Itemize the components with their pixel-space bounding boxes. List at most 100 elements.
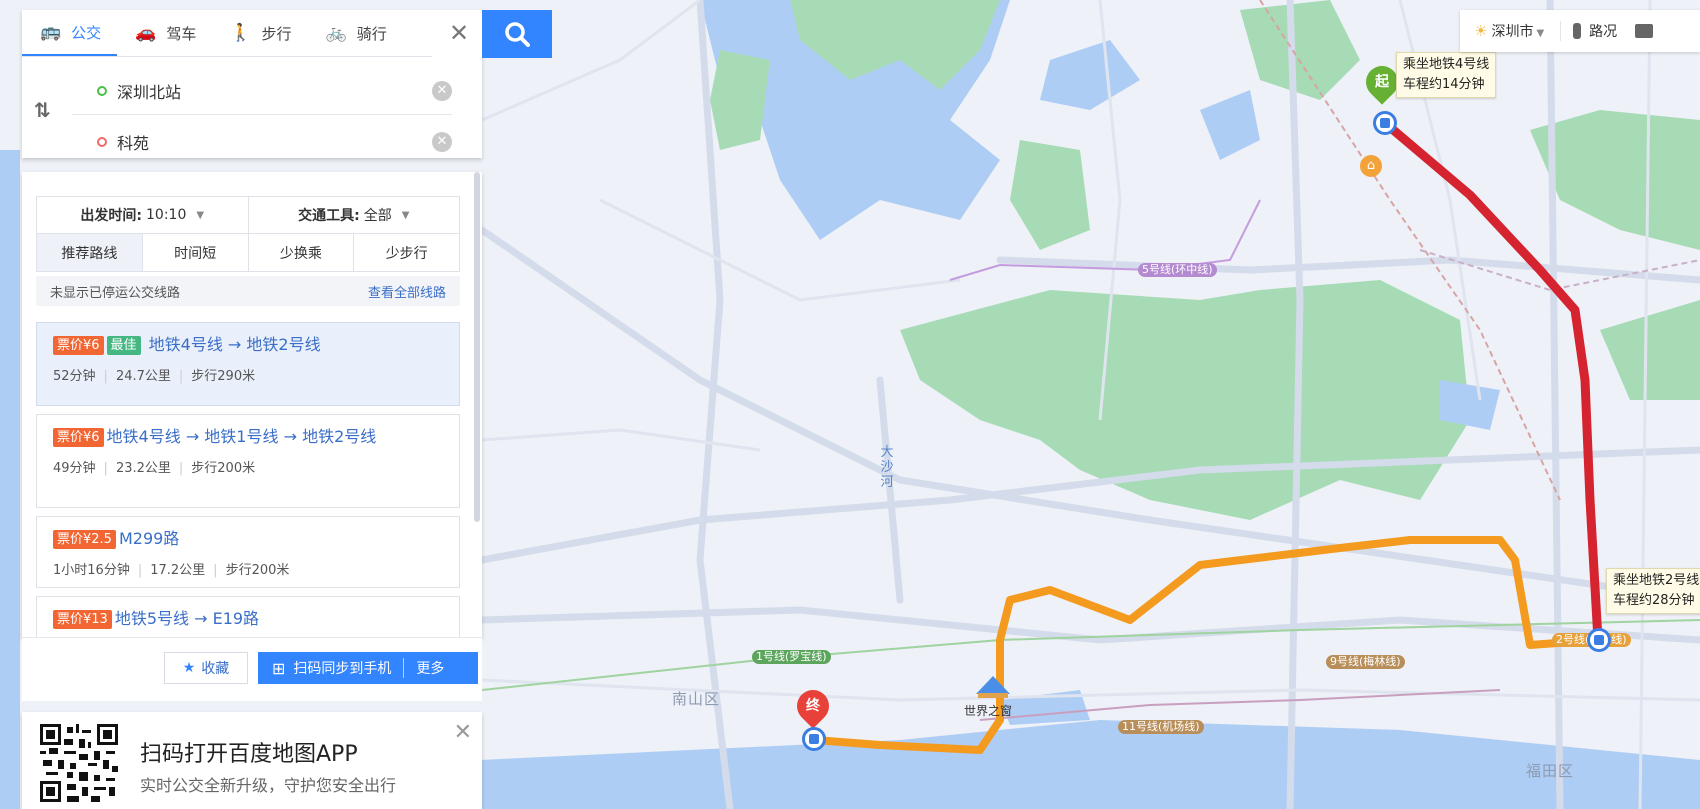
search-button[interactable] [482, 10, 552, 58]
search-icon [505, 22, 530, 47]
sync-to-phone-button[interactable]: ⊞ 扫码同步到手机 更多 [258, 652, 478, 684]
price-tag: 票价¥13 [53, 610, 112, 629]
transfer-callout-line2: 车程约28分钟 [1613, 593, 1695, 608]
sort-tab-fewest-transfers[interactable]: 少换乘 [249, 234, 355, 271]
qr-code-image[interactable] [40, 724, 118, 802]
chevron-down-icon: ▼ [196, 209, 205, 221]
start-callout: 乘坐地铁4号线 车程约14分钟 [1396, 52, 1497, 98]
tab-drive[interactable]: 🚗 驾车 [117, 10, 212, 56]
qr-grid-icon: ⊞ [272, 658, 286, 678]
route-duration: 49分钟 [53, 461, 96, 476]
end-field[interactable]: 科苑 ✕ [72, 118, 452, 165]
close-icon[interactable]: ✕ [454, 720, 472, 745]
vehicle-select[interactable]: 交通工具: 全部 ▼ [249, 197, 460, 233]
car-icon: 🚗 [135, 23, 157, 43]
walk-icon: 🚶 [230, 23, 252, 43]
chevron-down-icon: ▼ [401, 209, 410, 221]
swap-icon[interactable]: ⇅ [34, 98, 51, 122]
traffic-button[interactable]: 路况 [1560, 21, 1617, 41]
landmark-icon [976, 676, 1010, 698]
route-search-box: 🚌 公交 🚗 驾车 🚶 步行 🚲 骑行 ✕ ⇅ 深圳北站 ✕ 科苑 ✕ [22, 10, 482, 158]
tab-bike-label: 骑行 [356, 24, 387, 43]
vehicle-value: 全部 [363, 208, 392, 224]
traffic-label: 路况 [1589, 24, 1618, 40]
transfer-callout-line1: 乘坐地铁2号线 [1613, 573, 1700, 588]
route-card-1[interactable]: 票价¥6 最佳 地铁4号线 → 地铁2号线 52分钟 | 24.7公里 | 步行290米 [36, 322, 460, 406]
route-title[interactable]: 地铁4号线 → 地铁2号线 [149, 335, 321, 354]
route-walk: 步行290米 [191, 369, 256, 384]
landmark-label: 世界之窗 [964, 704, 1013, 718]
bus-icon: 🚌 [40, 22, 62, 42]
route-title[interactable]: 地铁5号线 → E19路 [115, 609, 259, 628]
vehicle-label: 交通工具: [298, 208, 360, 224]
river-label: 大沙河 [880, 445, 894, 490]
transfer-stop-icon[interactable] [1587, 628, 1611, 652]
sort-tab-recommended[interactable]: 推荐路线 [37, 234, 143, 271]
line-label-5: 5号线(环中线) [1138, 263, 1217, 277]
tab-bus[interactable]: 🚌 公交 [22, 10, 118, 56]
clear-start-icon[interactable]: ✕ [432, 81, 452, 101]
chevron-down-icon: ▼ [1536, 28, 1545, 39]
district-nanshan: 南山区 [672, 690, 721, 708]
view-all-lines-link[interactable]: 查看全部线路 [368, 282, 446, 301]
tab-walk-label: 步行 [261, 24, 292, 43]
filter-table: 出发时间: 10:10 ▼ 交通工具: 全部 ▼ 推荐路线 时间短 少换乘 少步… [36, 196, 460, 272]
start-callout-line2: 车程约14分钟 [1403, 77, 1485, 92]
depart-label: 出发时间: [80, 208, 143, 224]
toolbox-icon[interactable] [1635, 24, 1654, 38]
favorite-button[interactable]: ★ 收藏 [164, 652, 248, 684]
notice-bar: 未显示已停运公交线路 查看全部线路 [36, 276, 460, 306]
route-card-2[interactable]: 票价¥6 地铁4号线 → 地铁1号线 → 地铁2号线 49分钟 | 23.2公里 | 步行… [36, 414, 460, 508]
home-poi-icon[interactable]: ⌂ [1360, 155, 1382, 177]
clear-end-icon[interactable]: ✕ [432, 131, 452, 152]
route-walk: 步行200米 [225, 563, 290, 578]
route-card-3[interactable]: 票价¥2.5 M299路 1小时16分钟 | 17.2公里 | 步行200米 [36, 516, 460, 588]
star-icon: ★ [182, 660, 196, 676]
favorite-label: 收藏 [201, 661, 230, 677]
route-duration: 1小时16分钟 [53, 563, 130, 578]
promo-title: 扫码打开百度地图APP [140, 742, 358, 767]
scrollbar[interactable] [474, 172, 480, 522]
depart-value: 10:10 [146, 207, 187, 223]
line-label-9: 9号线(梅林线) [1326, 655, 1405, 669]
tab-drive-label: 驾车 [166, 24, 197, 43]
app-promo: 扫码打开百度地图APP 实时公交全新升级，守护您安全出行 ✕ [22, 712, 482, 809]
weather-icon: ☀ [1474, 22, 1488, 40]
action-bar: ★ 收藏 ⊞ 扫码同步到手机 更多 [22, 637, 482, 701]
notice-text: 未显示已停运公交线路 [50, 285, 181, 301]
district-futian: 福田区 [1526, 762, 1575, 780]
start-stop-icon[interactable] [1373, 111, 1397, 135]
route-duration: 52分钟 [53, 369, 96, 384]
tab-walk[interactable]: 🚶 步行 [212, 10, 307, 56]
route-title[interactable]: M299路 [119, 529, 179, 548]
end-pin-label: 终 [806, 698, 820, 714]
promo-subtitle: 实时公交全新升级，守护您安全出行 [140, 776, 397, 795]
close-icon[interactable]: ✕ [446, 20, 472, 46]
sort-tab-shortest[interactable]: 时间短 [143, 234, 249, 271]
end-value[interactable]: 科苑 [117, 130, 432, 154]
depart-time-select[interactable]: 出发时间: 10:10 ▼ [37, 197, 249, 233]
line-label-11: 11号线(机场线) [1118, 720, 1204, 734]
tab-bus-label: 公交 [71, 23, 102, 42]
start-field[interactable]: 深圳北站 ✕ [72, 68, 452, 115]
price-tag: 票价¥6 [53, 336, 104, 355]
route-distance: 24.7公里 [115, 369, 171, 384]
route-distance: 23.2公里 [115, 461, 171, 476]
city-select[interactable]: 深圳市 ▼ [1491, 21, 1544, 41]
mode-tabs: 🚌 公交 🚗 驾车 🚶 步行 🚲 骑行 [22, 10, 432, 57]
route-card-4[interactable]: 票价¥13 地铁5号线 → E19路 [36, 596, 460, 638]
route-title[interactable]: 地铁4号线 → 地铁1号线 → 地铁2号线 [107, 427, 377, 446]
end-stop-icon[interactable] [802, 727, 826, 751]
start-callout-line1: 乘坐地铁4号线 [1403, 57, 1490, 72]
transfer-callout: 乘坐地铁2号线 车程约28分钟 [1606, 568, 1700, 614]
price-tag: 票价¥6 [53, 428, 104, 447]
more-button[interactable]: 更多 [416, 658, 444, 678]
end-pin[interactable]: 终 [790, 683, 836, 729]
map-toolbar: ☀ 深圳市 ▼ 路况 [1460, 10, 1700, 52]
sort-tab-least-walking[interactable]: 少步行 [354, 234, 459, 271]
bike-icon: 🚲 [325, 23, 347, 43]
city-label: 深圳市 [1491, 24, 1534, 40]
tab-bike[interactable]: 🚲 骑行 [308, 10, 403, 56]
start-value[interactable]: 深圳北站 [117, 79, 432, 103]
end-dot-icon [97, 136, 107, 147]
